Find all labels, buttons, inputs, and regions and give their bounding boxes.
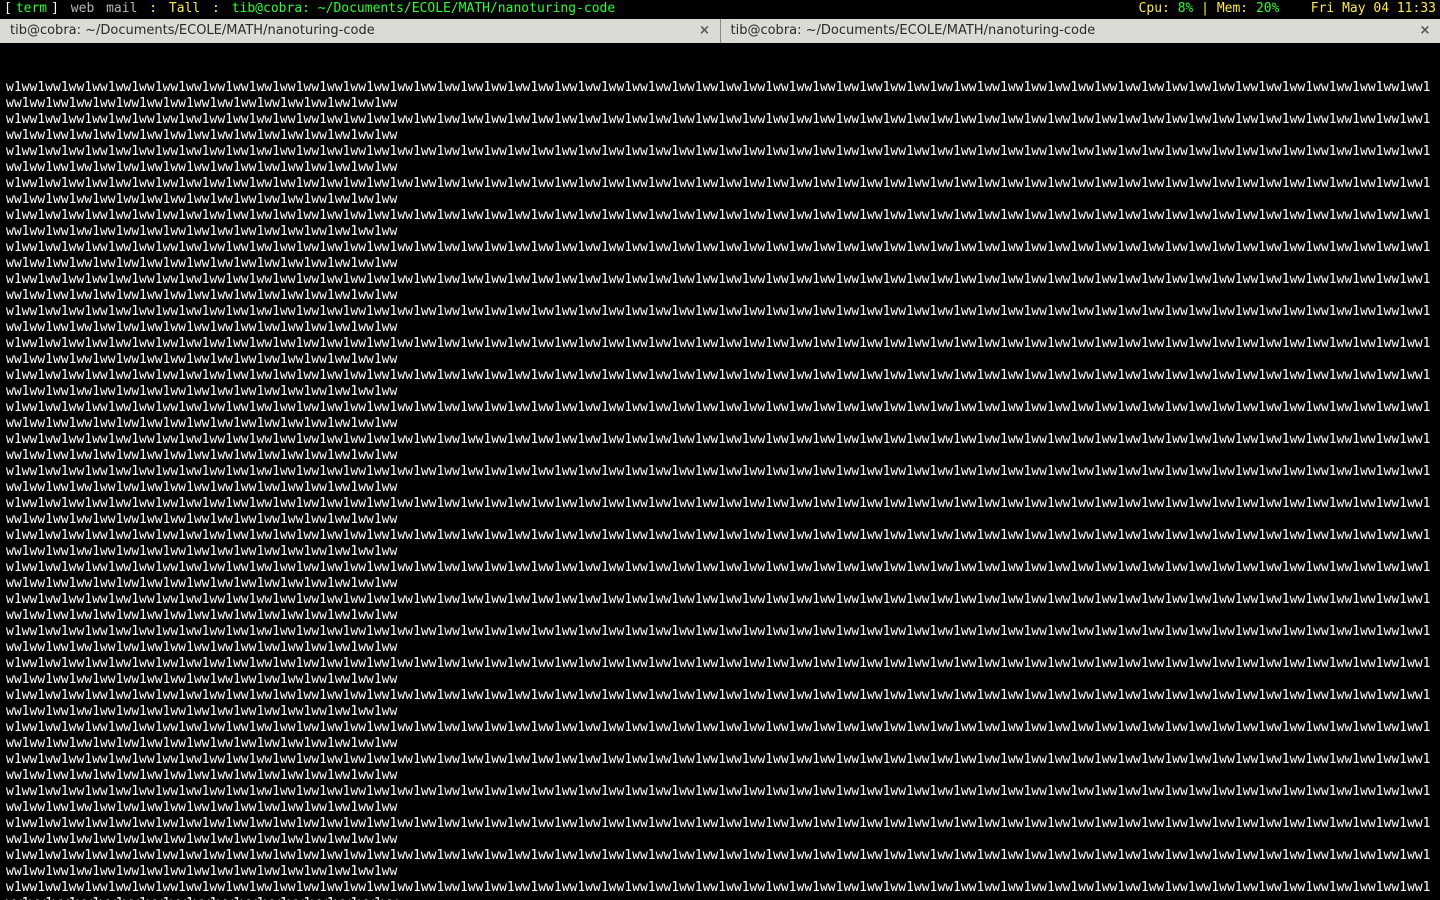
workspace-mail[interactable]: mail <box>106 1 137 16</box>
workspace-web[interactable]: web <box>71 1 94 16</box>
status-left: [ term] web mail : Tall : tib@cobra: ~/Do… <box>4 1 619 17</box>
program-output: w1ww1ww1ww1ww1ww1ww1ww1ww1ww1ww1ww1ww1ww… <box>6 80 1434 900</box>
mem-label: Mem: <box>1217 1 1248 16</box>
tab-label: tib@cobra: ~/Documents/ECOLE/MATH/nanotu… <box>10 23 375 39</box>
layout-name: Tall <box>169 1 200 16</box>
terminal-tabbar: tib@cobra: ~/Documents/ECOLE/MATH/nanotu… <box>0 18 1440 44</box>
status-sep-1: : <box>149 1 157 16</box>
window-title: tib@cobra: ~/Documents/ECOLE/MATH/nanotu… <box>232 1 616 16</box>
bracket-close: ] <box>51 1 59 16</box>
datetime: Fri May 04 11:33 <box>1311 1 1436 16</box>
bracket-open: [ <box>4 1 12 16</box>
terminal-tab-1[interactable]: tib@cobra: ~/Documents/ECOLE/MATH/nanotu… <box>0 19 720 43</box>
cpu-value: 8% <box>1178 1 1194 16</box>
mem-value: 20% <box>1256 1 1279 16</box>
terminal-tab-2[interactable]: tib@cobra: ~/Documents/ECOLE/MATH/nanotu… <box>720 19 1440 43</box>
status-sep-2: : <box>212 1 220 16</box>
wm-status-bar: [ term] web mail : Tall : tib@cobra: ~/Do… <box>0 0 1440 18</box>
status-sep-3: | <box>1201 1 1209 16</box>
cpu-label: Cpu: <box>1139 1 1170 16</box>
workspace-current[interactable]: term <box>16 1 47 16</box>
tab-label: tib@cobra: ~/Documents/ECOLE/MATH/nanotu… <box>731 23 1096 39</box>
close-icon[interactable]: × <box>698 24 712 38</box>
terminal-viewport[interactable]: w1ww1ww1ww1ww1ww1ww1ww1ww1ww1ww1ww1ww1ww… <box>0 44 1440 900</box>
status-right: Cpu: 8% | Mem: 20% Fri May 04 11:33 <box>1139 1 1436 17</box>
close-icon[interactable]: × <box>1418 24 1432 38</box>
